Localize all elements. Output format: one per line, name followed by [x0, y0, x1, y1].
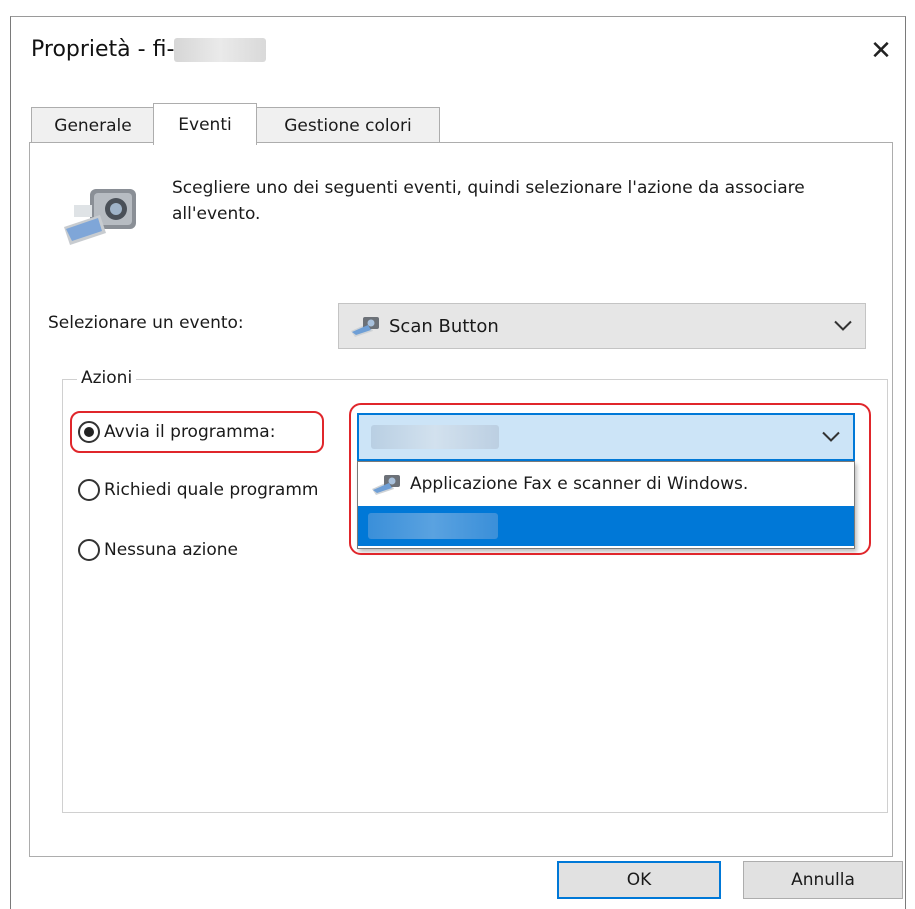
radio-dot	[84, 427, 94, 437]
radio-unchecked	[78, 539, 100, 561]
prompt-program-radio[interactable]: Richiedi quale programm	[78, 479, 318, 501]
prompt-program-label: Richiedi quale programm	[104, 480, 319, 500]
actions-legend: Azioni	[77, 368, 137, 388]
no-action-radio[interactable]: Nessuna azione	[78, 539, 238, 561]
cancel-button[interactable]: Annulla	[743, 861, 903, 899]
no-action-label: Nessuna azione	[104, 540, 238, 560]
scanner-camera-icon	[60, 185, 142, 253]
properties-dialog: Proprietà - fi- ✕ Generale Eventi Gestio…	[10, 16, 906, 909]
window-title: Proprietà - fi-	[31, 37, 267, 62]
chevron-down-icon	[833, 316, 853, 337]
tab-gestione-colori-label: Gestione colori	[284, 115, 412, 136]
chevron-down-icon	[821, 428, 841, 447]
start-program-label: Avvia il programma:	[104, 422, 276, 442]
tab-eventi-label: Eventi	[178, 114, 232, 135]
window-title-text: Proprietà - fi-	[31, 37, 175, 62]
program-option-windows-fax-scan[interactable]: Applicazione Fax e scanner di Windows.	[358, 464, 854, 504]
events-description: Scegliere uno dei seguenti eventi, quind…	[172, 178, 805, 224]
event-select[interactable]: Scan Button	[338, 303, 866, 349]
tab-eventi[interactable]: Eventi	[153, 103, 257, 145]
close-icon: ✕	[870, 36, 892, 66]
cancel-button-label: Annulla	[791, 870, 855, 890]
program-option-selected[interactable]	[358, 506, 854, 546]
tab-gestione-colori[interactable]: Gestione colori	[256, 107, 440, 143]
program-dropdown-list: Applicazione Fax e scanner di Windows.	[357, 461, 855, 549]
tab-generale-label: Generale	[54, 115, 132, 136]
redacted-program-option	[368, 513, 498, 539]
tab-generale[interactable]: Generale	[31, 107, 155, 143]
start-program-radio[interactable]: Avvia il programma:	[78, 421, 275, 443]
scanner-icon	[349, 315, 381, 337]
radio-checked	[78, 421, 100, 443]
title-bar: Proprietà - fi- ✕	[11, 17, 905, 89]
ok-button-label: OK	[626, 870, 652, 890]
ok-button[interactable]: OK	[557, 861, 721, 899]
program-option-label: Applicazione Fax e scanner di Windows.	[410, 474, 749, 494]
redacted-model-name	[174, 38, 267, 62]
event-select-value: Scan Button	[389, 315, 499, 337]
scanner-icon	[370, 473, 402, 495]
program-select[interactable]	[357, 413, 855, 461]
radio-unchecked	[78, 479, 100, 501]
close-button[interactable]: ✕	[861, 31, 901, 71]
redacted-program-name	[371, 425, 499, 449]
select-event-label: Selezionare un evento:	[48, 313, 244, 333]
